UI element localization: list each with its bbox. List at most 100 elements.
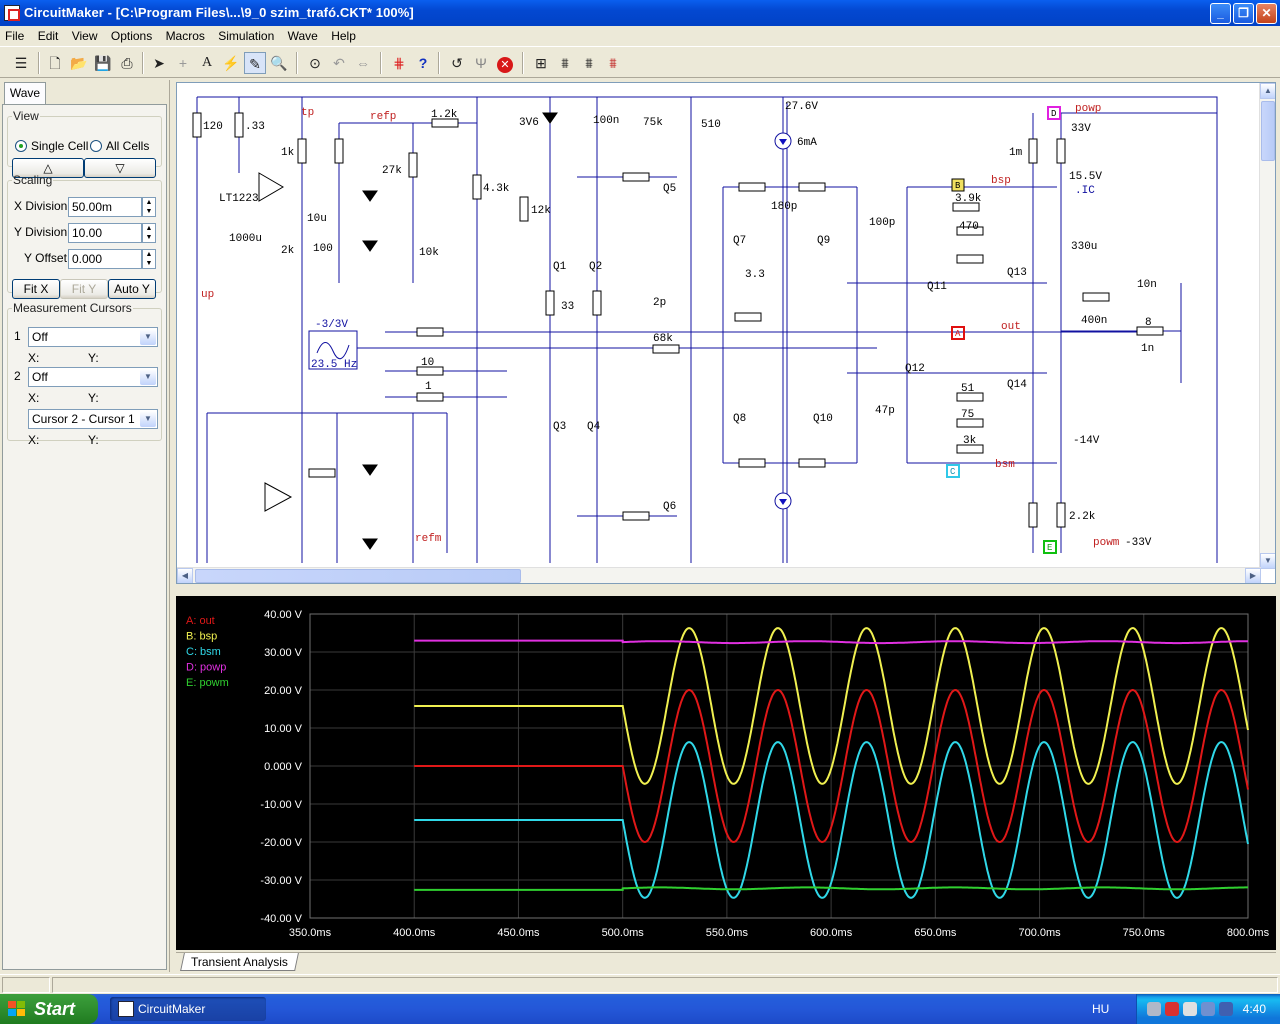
waveform-4-icon[interactable]: ⩩ (602, 52, 624, 74)
probe-active-icon[interactable]: ✎ (244, 52, 266, 74)
tab-transient-analysis[interactable]: Transient Analysis (180, 953, 299, 971)
print-icon[interactable]: ⎙ (116, 52, 138, 74)
arrow-tool-icon[interactable]: ➤ (148, 52, 170, 74)
toolbox-icon[interactable]: ☰ (10, 52, 32, 74)
cursor-2-select[interactable]: Off ▼ (28, 367, 158, 387)
mirror-icon[interactable]: ⇔ (352, 52, 374, 74)
label-refp: refp (370, 111, 396, 123)
x-division-field[interactable]: 50.00m (68, 197, 142, 217)
y-offset-stepper[interactable]: ▲ ▼ (142, 249, 156, 269)
waveform-1-icon[interactable]: ⊞ (530, 52, 552, 74)
y-division-stepper[interactable]: ▲ ▼ (142, 223, 156, 243)
all-cells-radio[interactable] (90, 140, 102, 152)
menu-view[interactable]: View (67, 26, 103, 43)
rotate-icon[interactable]: ↶ (328, 52, 350, 74)
security-shield-icon[interactable] (1165, 1002, 1179, 1016)
menu-wave[interactable]: Wave (283, 26, 323, 43)
transient-chart[interactable]: 350.0ms 400.0ms 450.0ms 500.0ms 550.0ms 600.0… (176, 596, 1276, 950)
label-510: 510 (701, 119, 721, 131)
undo-icon[interactable]: ↺ (446, 52, 468, 74)
label-1-2k: 1.2k (431, 109, 458, 121)
label-12k: 12k (531, 205, 551, 217)
scroll-down-arrow[interactable]: ▼ (1260, 553, 1275, 569)
label-refm: refm (415, 533, 442, 545)
single-cell-radio[interactable] (15, 140, 27, 152)
save-icon[interactable]: 💾 (92, 52, 114, 74)
start-button[interactable]: Start (0, 994, 98, 1024)
label-8: 8 (1145, 317, 1152, 329)
maximize-button[interactable]: ❐ (1233, 3, 1254, 24)
label-1: 1 (425, 381, 432, 393)
toolbar-separator (380, 52, 382, 74)
menu-edit[interactable]: Edit (33, 26, 64, 43)
fit-x-button[interactable]: Fit X (12, 279, 60, 299)
schematic-vertical-scrollbar[interactable]: ▲ ▼ (1259, 83, 1275, 569)
trace-icon[interactable]: Ψ (470, 52, 492, 74)
schematic-drawing[interactable]: tp refp up LT1223 1.2k 1k .33 120 27k 10… (177, 83, 1261, 569)
x-tick-label: 350.0ms (289, 927, 332, 939)
scroll-thumb-horizontal[interactable] (195, 569, 521, 583)
wire-tool-icon[interactable]: + (172, 52, 194, 74)
probe-tool-icon[interactable]: ⚡ (220, 52, 242, 74)
clock: 4:40 (1242, 1002, 1266, 1016)
tab-wave[interactable]: Wave (4, 82, 46, 104)
volume-icon[interactable] (1183, 1002, 1197, 1016)
y-tick-label: -40.00 V (260, 913, 302, 925)
x-division-stepper[interactable]: ▲ ▼ (142, 197, 156, 217)
x-tick-label: 650.0ms (914, 927, 957, 939)
menu-file[interactable]: File (0, 26, 29, 43)
taskbar-item-circuitmaker[interactable]: CircuitMaker (110, 997, 266, 1021)
menu-help[interactable]: Help (326, 26, 361, 43)
y-offset-field[interactable]: 0.000 (68, 249, 142, 269)
bluetooth-icon[interactable] (1219, 1002, 1233, 1016)
cursor-1-x-label: X: (28, 351, 40, 365)
title-bar: CircuitMaker - [C:\Program Files\...\9_0… (0, 0, 1280, 26)
chevron-down-icon: ▼ (140, 329, 156, 345)
y-tick-label: 0.000 V (264, 761, 303, 773)
label-1n: 1n (1141, 343, 1154, 355)
open-folder-icon[interactable]: 📂 (68, 52, 90, 74)
y-division-field[interactable]: 10.00 (68, 223, 142, 243)
display-icon[interactable] (1201, 1002, 1215, 1016)
netlist-icon[interactable]: ⋕ (388, 52, 410, 74)
label-033: .33 (245, 121, 265, 133)
label-lt1223: LT1223 (219, 193, 259, 205)
label-q2: Q2 (589, 261, 602, 273)
label-10: 10 (421, 357, 434, 369)
network-icon[interactable] (1147, 1002, 1161, 1016)
close-button[interactable]: ✕ (1256, 3, 1277, 24)
help-icon[interactable]: ? (412, 52, 434, 74)
text-tool-icon[interactable]: A (196, 52, 218, 74)
waveform-display[interactable]: 350.0ms 400.0ms 450.0ms 500.0ms 550.0ms 600.0… (176, 596, 1276, 950)
scroll-thumb-vertical[interactable] (1261, 101, 1275, 161)
fit-y-button[interactable]: Fit Y (60, 279, 108, 299)
wave-panel: Wave View Single Cell All Cells △ ▽ Scal… (0, 80, 170, 972)
auto-y-button[interactable]: Auto Y (108, 279, 156, 299)
schematic-wires (196, 96, 1218, 563)
zoom-icon[interactable]: 🔍 (268, 52, 290, 74)
schematic-canvas[interactable]: tp refp up LT1223 1.2k 1k .33 120 27k 10… (176, 82, 1276, 584)
scroll-left-arrow[interactable]: ◀ (177, 568, 193, 583)
waveform-2-icon[interactable]: ⩩ (554, 52, 576, 74)
menu-options[interactable]: Options (106, 26, 157, 43)
menu-simulation[interactable]: Simulation (213, 26, 279, 43)
minimize-button[interactable]: _ (1210, 3, 1231, 24)
scroll-up-arrow[interactable]: ▲ (1260, 83, 1275, 99)
schematic-horizontal-scrollbar[interactable]: ◀ ▶ (177, 567, 1261, 583)
tab-transient-analysis-label: Transient Analysis (191, 955, 288, 969)
language-indicator[interactable]: HU (1092, 1002, 1109, 1016)
search-icon[interactable]: ⊙ (304, 52, 326, 74)
cursor-diff-select[interactable]: Cursor 2 - Cursor 1 ▼ (28, 409, 158, 429)
y-offset-label: Y Offset (24, 251, 67, 265)
waveform-3-icon[interactable]: ⩩ (578, 52, 600, 74)
status-pane-2 (52, 977, 1278, 993)
new-file-icon[interactable]: 🗋 (44, 52, 66, 74)
label-signal-frequency: 23.5 Hz (311, 359, 357, 371)
cursor-1-select[interactable]: Off ▼ (28, 327, 158, 347)
label-2-2k: 2.2k (1069, 511, 1096, 523)
stop-icon[interactable]: ✕ (494, 52, 516, 74)
measurement-cursors-group: Measurement Cursors 1 Off ▼ X: Y: 2 Off ▼ … (7, 301, 162, 447)
menu-macros[interactable]: Macros (161, 26, 210, 43)
label-q1: Q1 (553, 261, 567, 273)
scroll-right-arrow[interactable]: ▶ (1245, 568, 1261, 583)
